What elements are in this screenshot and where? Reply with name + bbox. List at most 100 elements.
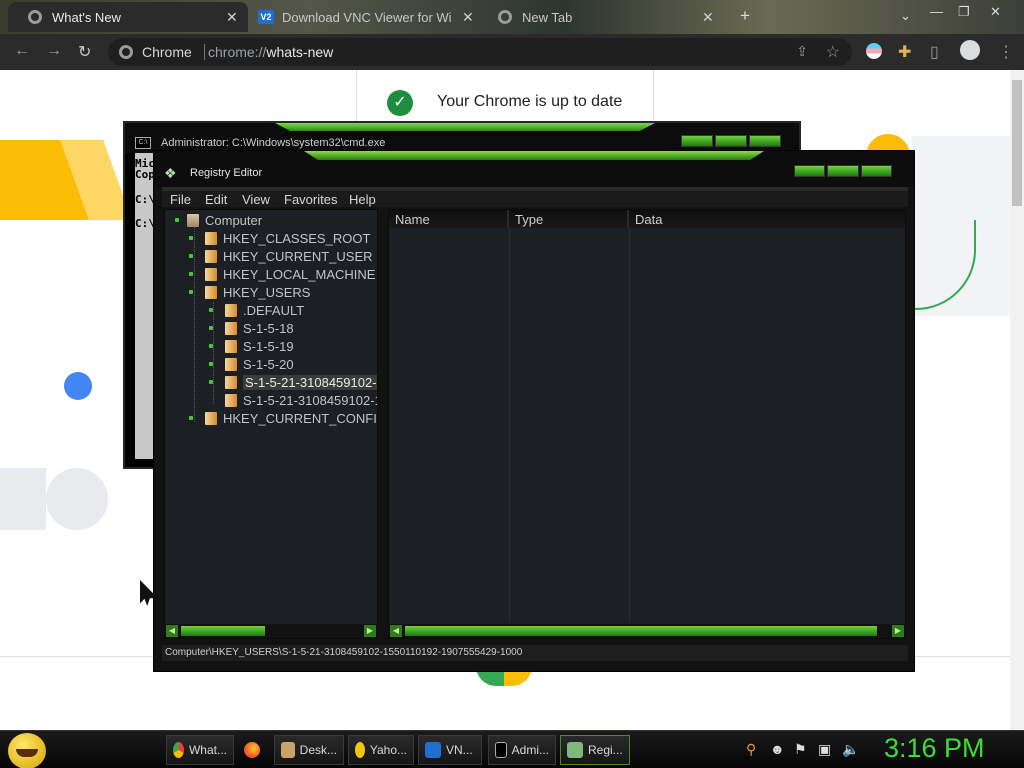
- back-icon[interactable]: ←: [14, 42, 30, 60]
- minimize-button[interactable]: [794, 165, 826, 177]
- clock[interactable]: 3:16 PM: [884, 733, 985, 764]
- expand-icon[interactable]: [189, 254, 193, 258]
- tree-node-label: S-1-5-21-3108459102-1: [243, 393, 378, 408]
- menu-favorites[interactable]: Favorites: [284, 192, 337, 207]
- reload-icon[interactable]: ↻: [78, 42, 91, 62]
- taskbar-item-cmd[interactable]: Admi...: [488, 735, 556, 765]
- side-panel-icon[interactable]: ▯: [930, 42, 939, 62]
- folder-icon: [225, 358, 237, 371]
- registry-values-pane[interactable]: Name Type Data ◀ ▶: [388, 209, 906, 639]
- column-header-data[interactable]: Data: [629, 210, 905, 228]
- tree-node-label: S-1-5-18: [243, 321, 294, 336]
- window-title: Registry Editor: [190, 167, 263, 179]
- profile-flag-icon[interactable]: [866, 43, 882, 59]
- expand-icon[interactable]: [209, 344, 213, 348]
- expand-icon[interactable]: [209, 326, 213, 330]
- network-warning-icon[interactable]: ⚑: [794, 741, 807, 758]
- menu-kebab-icon[interactable]: ⋮: [998, 42, 1014, 62]
- taskbar-item-vnc[interactable]: VN...: [418, 735, 482, 765]
- network-icon[interactable]: ▣: [818, 741, 831, 758]
- column-divider: [629, 228, 630, 622]
- scrollbar-thumb[interactable]: [1012, 80, 1022, 206]
- messenger-icon[interactable]: ☻: [770, 741, 785, 757]
- scroll-left-icon[interactable]: ◀: [390, 625, 402, 637]
- expand-icon[interactable]: [209, 380, 213, 384]
- maximize-button[interactable]: [715, 135, 747, 147]
- close-icon[interactable]: ✕: [462, 9, 474, 26]
- volume-icon[interactable]: 🔈: [842, 741, 859, 758]
- tree-node-label: HKEY_CLASSES_ROOT: [223, 231, 371, 246]
- extensions-icon[interactable]: ✚: [898, 42, 911, 62]
- cmd-icon: [495, 742, 507, 758]
- tree-guide-line: [194, 224, 195, 422]
- collapse-icon[interactable]: [189, 290, 193, 294]
- url-text[interactable]: chrome://whats-new: [208, 44, 333, 60]
- expand-icon[interactable]: [189, 272, 193, 276]
- bookmark-star-icon[interactable]: ☆: [826, 42, 840, 62]
- tree-node-label: HKEY_LOCAL_MACHINE: [223, 267, 376, 282]
- expand-icon[interactable]: [189, 416, 193, 420]
- taskbar-item-yahoo[interactable]: Yaho...: [348, 735, 414, 765]
- address-bar[interactable]: Chrome chrome://whats-new ⇪ ☆: [108, 38, 852, 66]
- tab-vnc-download[interactable]: V2 Download VNC Viewer for Windo ✕: [250, 2, 486, 32]
- page-scrollbar[interactable]: [1010, 70, 1024, 730]
- share-icon[interactable]: ⇪: [796, 43, 808, 60]
- column-header-type[interactable]: Type: [509, 210, 629, 228]
- menu-view[interactable]: View: [242, 192, 270, 207]
- scrollbar-thumb[interactable]: [405, 626, 877, 636]
- taskbar-item-regedit[interactable]: Regi...: [560, 735, 630, 765]
- menu-help[interactable]: Help: [349, 192, 376, 207]
- chrome-icon: [119, 45, 133, 59]
- expand-icon[interactable]: [175, 218, 179, 222]
- tab-new-tab[interactable]: New Tab ✕: [490, 2, 722, 32]
- close-window-icon[interactable]: ✕: [990, 4, 1001, 20]
- column-header-name[interactable]: Name: [389, 210, 509, 228]
- registry-tree-pane[interactable]: Computer HKEY_CLASSES_ROOT HKEY_CURRENT_…: [164, 209, 378, 639]
- maximize-button[interactable]: [827, 165, 859, 177]
- forward-icon[interactable]: →: [46, 42, 62, 60]
- regedit-icon: ❖: [164, 165, 177, 181]
- tree-horizontal-scrollbar[interactable]: ◀ ▶: [165, 624, 377, 638]
- taskbar-item-firefox[interactable]: [244, 735, 268, 765]
- avatar[interactable]: [960, 40, 980, 60]
- tab-whats-new[interactable]: What's New ✕: [8, 2, 248, 32]
- restore-icon[interactable]: ❐: [958, 4, 970, 20]
- regedit-title-bar[interactable]: ❖ Registry Editor: [154, 151, 914, 187]
- computer-icon: [187, 214, 199, 227]
- expand-icon[interactable]: [189, 236, 193, 240]
- scroll-right-icon[interactable]: ▶: [364, 625, 376, 637]
- yahoo-smiley-icon: [355, 742, 365, 758]
- expand-icon[interactable]: [209, 362, 213, 366]
- new-tab-button[interactable]: +: [740, 6, 750, 26]
- taskbar-item-label: VN...: [446, 743, 473, 757]
- scrollbar-thumb[interactable]: [181, 626, 265, 636]
- folder-icon: [205, 250, 217, 263]
- browser-toolbar: ← → ↻ Chrome chrome://whats-new ⇪ ☆ ✚ ▯ …: [0, 34, 1024, 70]
- cmd-title: Administrator: C:\Windows\system32\cmd.e…: [161, 137, 386, 149]
- tab-title: Download VNC Viewer for Windo: [282, 10, 452, 25]
- taskbar-item-desktop[interactable]: Desk...: [274, 735, 344, 765]
- taskbar-item-label: Yaho...: [369, 743, 407, 757]
- tree-node-label: Computer: [205, 213, 263, 228]
- start-button[interactable]: [8, 733, 46, 768]
- registry-editor-window[interactable]: ❖ Registry Editor File Edit View Favorit…: [153, 150, 915, 672]
- close-button[interactable]: [749, 135, 781, 147]
- site-chip: Chrome: [142, 44, 192, 60]
- minimize-icon[interactable]: —: [930, 4, 943, 19]
- folder-icon: [225, 394, 237, 407]
- scroll-left-icon[interactable]: ◀: [166, 625, 178, 637]
- minimize-button[interactable]: [681, 135, 713, 147]
- taskbar-item-chrome[interactable]: What...: [166, 735, 234, 765]
- search-icon[interactable]: ⚲: [746, 741, 756, 758]
- expand-icon[interactable]: [209, 308, 213, 312]
- menu-edit[interactable]: Edit: [205, 192, 227, 207]
- close-button[interactable]: [860, 165, 892, 177]
- title-bar-glow: [275, 123, 655, 131]
- values-horizontal-scrollbar[interactable]: ◀ ▶: [389, 624, 905, 638]
- menu-file[interactable]: File: [170, 192, 191, 207]
- close-icon[interactable]: ✕: [226, 9, 238, 26]
- close-icon[interactable]: ✕: [702, 9, 714, 26]
- chevron-down-icon[interactable]: ⌄: [900, 8, 911, 24]
- cmd-title-bar[interactable]: C:\ Administrator: C:\Windows\system32\c…: [125, 123, 799, 153]
- scroll-right-icon[interactable]: ▶: [892, 625, 904, 637]
